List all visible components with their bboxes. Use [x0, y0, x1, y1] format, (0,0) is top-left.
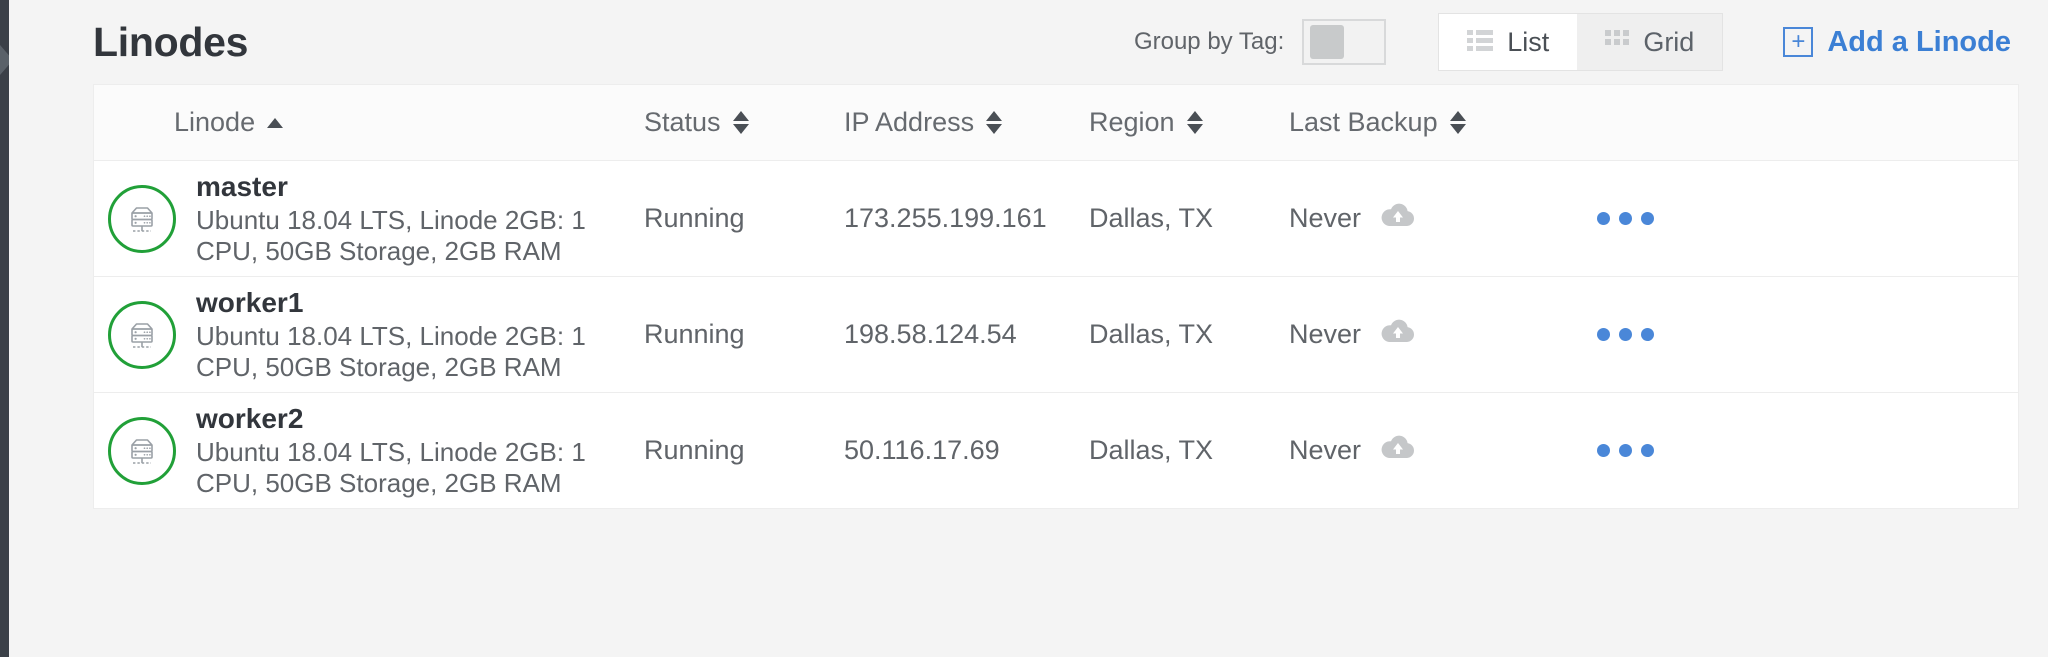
linode-last-backup: Never	[1289, 433, 1529, 468]
column-header-linode-label: Linode	[174, 107, 256, 137]
sort-both-icon	[986, 111, 1003, 134]
plus-icon: +	[1783, 27, 1814, 57]
linode-status: Running	[644, 319, 745, 349]
linode-last-backup: Never	[1289, 201, 1529, 236]
view-grid-label: Grid	[1643, 26, 1695, 57]
row-action-menu-button[interactable]	[1589, 436, 1662, 465]
linode-cell[interactable]: worker1 Ubuntu 18.04 LTS, Linode 2GB: 1 …	[94, 287, 644, 382]
linode-cell[interactable]: master Ubuntu 18.04 LTS, Linode 2GB: 1 C…	[94, 171, 644, 266]
menu-dot-icon	[1597, 212, 1610, 225]
row-action-menu-button[interactable]	[1589, 320, 1662, 349]
linode-ip-address: 50.116.17.69	[844, 435, 1000, 465]
cloud-upload-icon[interactable]	[1379, 317, 1417, 352]
column-header-ip-address[interactable]: IP Address	[844, 107, 1089, 138]
group-by-tag-toggle[interactable]	[1302, 19, 1387, 65]
column-header-linode[interactable]: Linode	[94, 107, 644, 138]
sidebar-collapse-notch-inner	[9, 46, 20, 74]
linode-actions	[1529, 320, 2018, 349]
page-toolbar: Linodes Group by Tag: List Grid + Add a …	[93, 0, 2019, 84]
linode-status-ring	[108, 300, 176, 369]
column-header-last-backup-label: Last Backup	[1289, 107, 1438, 137]
cloud-upload-icon[interactable]	[1379, 433, 1417, 468]
linode-cell[interactable]: worker2 Ubuntu 18.04 LTS, Linode 2GB: 1 …	[94, 403, 644, 498]
linode-status-ring	[108, 184, 176, 253]
grid-icon	[1605, 27, 1630, 58]
linode-ip-address: 198.58.124.54	[844, 319, 1017, 349]
cloud-upload-icon[interactable]	[1379, 201, 1417, 236]
linodes-table: Linode Status IP Address Region Last Bac…	[93, 84, 2019, 509]
table-row[interactable]: worker1 Ubuntu 18.04 LTS, Linode 2GB: 1 …	[94, 277, 2018, 393]
linode-region: Dallas, TX	[1089, 319, 1214, 349]
linode-region: Dallas, TX	[1089, 203, 1214, 233]
last-backup-value: Never	[1289, 319, 1362, 349]
add-linode-button[interactable]: + Add a Linode	[1783, 26, 2011, 59]
table-row[interactable]: worker2 Ubuntu 18.04 LTS, Linode 2GB: 1 …	[94, 393, 2018, 509]
menu-dot-icon	[1619, 444, 1632, 457]
view-grid-button[interactable]: Grid	[1577, 14, 1723, 70]
group-by-tag-label: Group by Tag:	[1133, 28, 1285, 55]
linode-name[interactable]: master	[196, 171, 644, 203]
linode-actions	[1529, 204, 2018, 233]
linode-status-ring	[108, 416, 176, 485]
table-header-row: Linode Status IP Address Region Last Bac…	[94, 85, 2018, 161]
menu-dot-icon	[1597, 328, 1610, 341]
linode-name[interactable]: worker1	[196, 287, 644, 319]
linode-spec: Ubuntu 18.04 LTS, Linode 2GB: 1 CPU, 50G…	[196, 321, 586, 382]
linode-status: Running	[644, 435, 745, 465]
menu-dot-icon	[1619, 328, 1632, 341]
toolbar-controls: Group by Tag: List Grid + Add a Linode	[1134, 0, 2019, 84]
column-header-status[interactable]: Status	[644, 107, 844, 138]
sort-both-icon	[732, 111, 749, 134]
menu-dot-icon	[1641, 328, 1654, 341]
menu-dot-icon	[1597, 444, 1610, 457]
column-header-status-label: Status	[644, 107, 721, 137]
server-icon	[131, 206, 153, 232]
linode-status: Running	[644, 203, 745, 233]
table-row[interactable]: master Ubuntu 18.04 LTS, Linode 2GB: 1 C…	[94, 161, 2018, 277]
linodes-page: Linodes Group by Tag: List Grid + Add a …	[0, 0, 2048, 657]
list-icon	[1467, 27, 1494, 58]
last-backup-value: Never	[1289, 203, 1362, 233]
sort-both-icon	[1449, 111, 1466, 134]
view-list-button[interactable]: List	[1439, 14, 1578, 70]
view-list-label: List	[1507, 26, 1550, 57]
column-header-region-label: Region	[1089, 107, 1175, 137]
collapsed-sidebar[interactable]	[0, 0, 9, 657]
linode-region: Dallas, TX	[1089, 435, 1214, 465]
last-backup-value: Never	[1289, 435, 1362, 465]
sort-both-icon	[1186, 111, 1203, 134]
view-switch: List Grid	[1438, 13, 1724, 71]
linode-spec: Ubuntu 18.04 LTS, Linode 2GB: 1 CPU, 50G…	[196, 437, 586, 498]
column-header-ip-address-label: IP Address	[844, 107, 975, 137]
linode-actions	[1529, 436, 2018, 465]
menu-dot-icon	[1641, 444, 1654, 457]
linode-name[interactable]: worker2	[196, 403, 644, 435]
add-linode-label: Add a Linode	[1827, 25, 2011, 58]
menu-dot-icon	[1619, 212, 1632, 225]
menu-dot-icon	[1641, 212, 1654, 225]
linode-info: worker2 Ubuntu 18.04 LTS, Linode 2GB: 1 …	[196, 403, 644, 498]
linode-last-backup: Never	[1289, 317, 1529, 352]
group-by-tag-control: Group by Tag:	[1133, 19, 1387, 65]
linode-info: master Ubuntu 18.04 LTS, Linode 2GB: 1 C…	[196, 171, 644, 266]
page-title: Linodes	[93, 18, 249, 65]
linode-spec: Ubuntu 18.04 LTS, Linode 2GB: 1 CPU, 50G…	[196, 205, 586, 266]
linode-info: worker1 Ubuntu 18.04 LTS, Linode 2GB: 1 …	[196, 287, 644, 382]
column-header-region[interactable]: Region	[1089, 107, 1289, 138]
server-icon	[131, 438, 153, 464]
row-action-menu-button[interactable]	[1589, 204, 1662, 233]
sort-asc-icon	[267, 117, 284, 128]
column-header-last-backup[interactable]: Last Backup	[1289, 107, 1529, 138]
linode-ip-address: 173.255.199.161	[844, 203, 1047, 233]
server-icon	[131, 322, 153, 348]
toggle-thumb	[1310, 25, 1345, 59]
